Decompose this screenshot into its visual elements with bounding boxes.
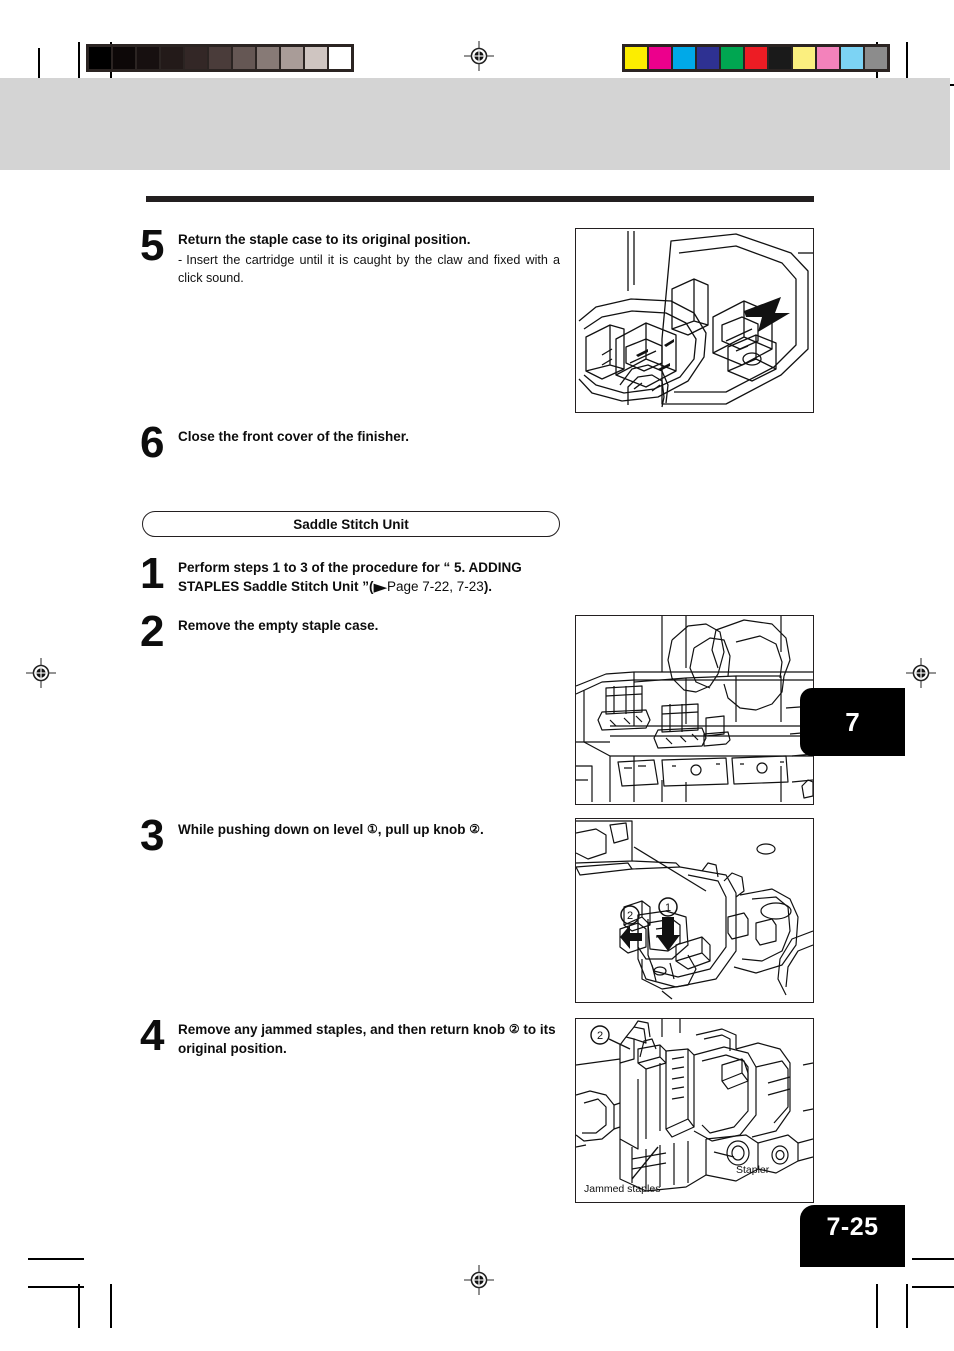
bullet-dash: - [178, 253, 183, 268]
step-title-text-end: . [480, 822, 484, 837]
step-title: Return the staple case to its original p… [178, 232, 471, 247]
step-title-text: Remove any jammed staples, and then retu… [178, 1022, 509, 1037]
svg-text:1: 1 [665, 902, 671, 914]
step-number: 3 [140, 811, 164, 860]
page-folio: 7-25 [800, 1205, 905, 1267]
step-number: 4 [140, 1011, 164, 1060]
step-title-text: While pushing down on level [178, 822, 367, 837]
step-title-text-end: ). [483, 579, 493, 595]
svg-text:2: 2 [597, 1030, 603, 1042]
chapter-tab: 7 [800, 688, 905, 756]
step-6: 6 Close the front cover of the finisher. [140, 418, 560, 467]
page-reference-text: Page 7-22, 7-23 [386, 579, 484, 595]
figure-label-stapler: Stapler [736, 1164, 770, 1176]
step-title-text-mid: , pull up knob [377, 822, 470, 837]
page-reference-arrow-icon: ▶ [373, 582, 387, 595]
figure-remove-empty-staple-case [575, 615, 814, 805]
callout-2-icon: ② [469, 822, 481, 836]
page-number: 7-25 [826, 1213, 879, 1241]
section-header-saddle-stitch-unit: Saddle Stitch Unit [142, 511, 560, 537]
figure-jammed-staples-stapler: 2 Stapler Jammed staples [575, 1018, 814, 1203]
step-title: Close the front cover of the finisher. [178, 429, 410, 444]
svg-text:2: 2 [627, 910, 633, 922]
page-content: 5 Return the staple case to its original… [0, 0, 954, 1351]
callout-1-icon: ① [367, 822, 378, 836]
step-number: 5 [140, 221, 164, 270]
header-rule [146, 196, 814, 202]
step-number: 1 [140, 549, 164, 598]
step-title: While pushing down on level ①, pull up k… [178, 820, 484, 839]
step-3: 3 While pushing down on level ①, pull up… [140, 811, 560, 860]
step-5: 5 Return the staple case to its original… [140, 221, 560, 287]
section-header-label: Saddle Stitch Unit [293, 516, 409, 532]
figure-label-jammed-staples: Jammed staples [584, 1183, 661, 1195]
step-title: Remove the empty staple case. [178, 618, 379, 633]
step-detail: - Insert the cartridge until it is caught… [178, 252, 560, 287]
step-detail-text: Insert the cartridge until it is caught … [178, 253, 560, 285]
step-2: 2 Remove the empty staple case. [140, 607, 560, 656]
callout-2-icon: ② [508, 1022, 520, 1036]
step-title: Perform steps 1 to 3 of the procedure fo… [178, 558, 568, 597]
figure-staple-case-insert [575, 228, 814, 413]
step-title: Remove any jammed staples, and then retu… [178, 1020, 568, 1058]
step-1: 1 Perform steps 1 to 3 of the procedure … [140, 549, 568, 598]
step-number: 2 [140, 607, 164, 656]
chapter-number: 7 [845, 706, 860, 737]
step-number: 6 [140, 418, 164, 467]
figure-push-level-pull-knob: 1 2 [575, 818, 814, 1003]
step-4: 4 Remove any jammed staples, and then re… [140, 1011, 568, 1060]
